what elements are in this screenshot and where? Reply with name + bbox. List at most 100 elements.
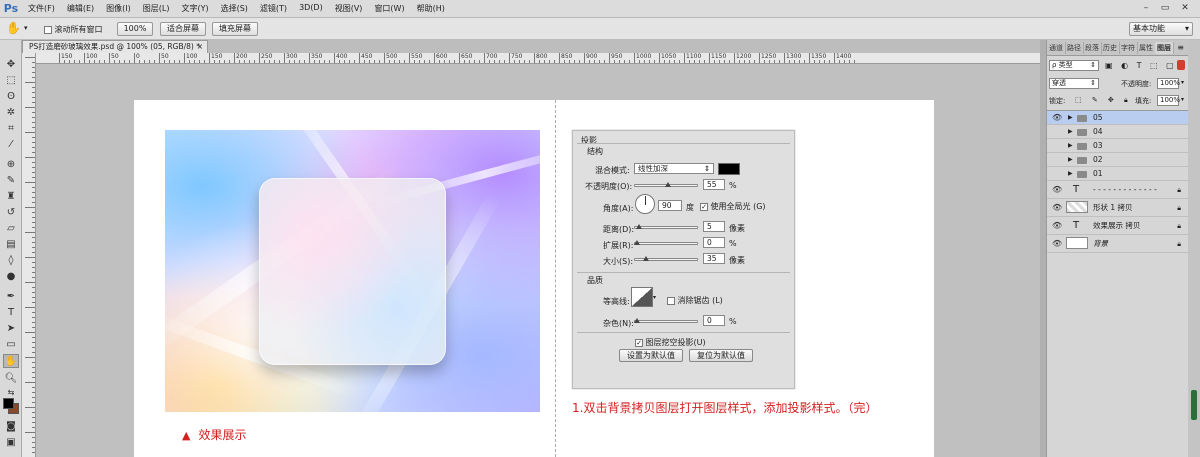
filter-icons[interactable]: ▣ ◐ T ⬚ ▢ (1105, 61, 1177, 70)
knockout-option[interactable]: ✓ 图层挖空投影(U) (635, 337, 706, 348)
menu-item[interactable]: 编辑(E) (61, 3, 100, 14)
lasso-tool-icon[interactable]: ʘ (3, 90, 19, 104)
scroll-all-windows-option[interactable]: 滚动所有窗口 (44, 24, 103, 35)
panel-tab[interactable]: 属性 (1137, 42, 1156, 54)
pen-tool-icon[interactable]: ✒ (3, 290, 19, 304)
slider-handle[interactable] (634, 318, 640, 323)
visibility-eye-icon[interactable]: 👁︎ (1052, 199, 1062, 217)
opacity-slider[interactable] (634, 182, 698, 187)
hand-tool-icon[interactable]: ✋ (6, 21, 21, 35)
close-tab-icon[interactable]: × (197, 41, 203, 53)
anti-alias-checkbox[interactable] (667, 296, 675, 305)
chevron-down-icon[interactable]: ▾ (653, 294, 656, 301)
crop-tool-icon[interactable]: ⌗ (3, 122, 19, 136)
opacity-input[interactable]: 55 (703, 179, 725, 190)
menu-item[interactable]: 文件(F) (22, 3, 61, 14)
expand-arrow-icon[interactable]: ▶ (1068, 167, 1073, 181)
fill-input[interactable]: 100% (1157, 95, 1180, 106)
restore-button[interactable]: ▭ (1158, 2, 1172, 15)
marquee-tool-icon[interactable]: ⬚ (3, 74, 19, 88)
noise-slider[interactable] (634, 318, 698, 323)
layer-row[interactable]: ▶ 04 (1047, 125, 1189, 139)
blend-mode-select[interactable]: 穿透 ⇕ (1049, 78, 1099, 89)
blur-tool-icon[interactable]: ◊ (3, 254, 19, 268)
menu-item[interactable]: 窗口(W) (368, 3, 410, 14)
menu-item[interactable]: 视图(V) (329, 3, 369, 14)
anti-alias-option[interactable]: 消除锯齿 (L) (667, 295, 723, 306)
shadow-color-swatch[interactable] (718, 163, 740, 175)
make-default-button[interactable]: 设置为默认值 (619, 349, 683, 362)
contour-picker[interactable] (631, 287, 653, 307)
panel-tab[interactable]: 历史 (1101, 42, 1120, 54)
visibility-eye-icon[interactable]: 👁︎ (1052, 217, 1062, 235)
panel-tab[interactable]: 字符 (1119, 42, 1138, 54)
layer-row[interactable]: 👁︎ ▶ 05 (1047, 111, 1189, 125)
chevron-down-icon[interactable]: ▾ (1181, 79, 1184, 86)
workspace-switcher[interactable]: 基本功能 ▾ (1129, 22, 1193, 36)
menu-item[interactable]: 图层(L) (137, 3, 176, 14)
screen-mode-icon[interactable]: ▣ (3, 436, 19, 450)
visibility-eye-icon[interactable]: 👁︎ (1052, 181, 1062, 199)
knockout-checkbox[interactable]: ✓ (635, 338, 643, 347)
expand-arrow-icon[interactable]: ▶ (1068, 111, 1073, 125)
menu-item[interactable]: 帮助(H) (411, 3, 451, 14)
distance-slider[interactable] (634, 224, 698, 229)
history-brush-tool-icon[interactable]: ↺ (3, 206, 19, 220)
distance-input[interactable]: 5 (703, 221, 725, 232)
eyedropper-tool-icon[interactable]: ⁄ (3, 138, 19, 152)
scroll-thumb[interactable] (1191, 390, 1197, 420)
layer-row[interactable]: 👁︎ T - - - - - - - - - - - - - 🔒︎ (1047, 181, 1189, 199)
shape-tool-icon[interactable]: ▭ (3, 338, 19, 352)
quick-mask-icon[interactable]: ◙ (3, 420, 19, 434)
expand-arrow-icon[interactable]: ▶ (1068, 125, 1073, 139)
layer-row[interactable]: 👁︎ 形状 1 拷贝 🔒︎ (1047, 199, 1189, 217)
fill-screen-button[interactable]: 填充屏幕 (212, 22, 258, 36)
filter-toggle-icon[interactable] (1177, 60, 1185, 70)
gradient-tool-icon[interactable]: ▤ (3, 238, 19, 252)
panel-tab[interactable]: 路径 (1065, 42, 1084, 54)
layer-row[interactable]: ▶ 02 (1047, 153, 1189, 167)
menu-item[interactable]: 文字(Y) (175, 3, 214, 14)
tool-preset-chevron-icon[interactable]: ▾ (24, 24, 28, 32)
size-slider[interactable] (634, 256, 698, 261)
document-tab[interactable]: PS打造磨砂玻璃效果.psd @ 100% (05, RGB/8) * × (22, 40, 208, 53)
reset-default-button[interactable]: 复位为默认值 (689, 349, 753, 362)
panel-tab[interactable]: 段落 (1083, 42, 1102, 54)
panel-tab[interactable]: 图层 (1155, 42, 1174, 54)
panel-tab[interactable]: 通道 (1047, 42, 1066, 54)
chevron-down-icon[interactable]: ▾ (1181, 96, 1184, 103)
spread-slider[interactable] (634, 240, 698, 245)
panel-scrollbar[interactable] (1188, 40, 1200, 457)
layer-row[interactable]: 👁︎ 背景 🔒︎ (1047, 235, 1189, 253)
blend-mode-select[interactable]: 线性加深 ⇕ (634, 163, 714, 174)
brush-tool-icon[interactable]: ✎ (3, 174, 19, 188)
layer-row[interactable]: 👁︎ T 效果展示 拷贝 🔒︎ (1047, 217, 1189, 235)
visibility-eye-icon[interactable]: 👁︎ (1052, 111, 1062, 125)
healing-brush-tool-icon[interactable]: ⊕ (3, 158, 19, 172)
menu-item[interactable]: 图像(I) (100, 3, 137, 14)
move-tool-icon[interactable]: ✥ (3, 58, 19, 72)
clone-stamp-tool-icon[interactable]: ♜ (3, 190, 19, 204)
foreground-color-swatch[interactable] (3, 398, 14, 409)
layer-row[interactable]: ▶ 01 (1047, 167, 1189, 181)
hand-tool-active-icon[interactable]: ✋ (3, 354, 19, 368)
lock-icons[interactable]: ⬚ ✎ ✥ 🔒︎ (1075, 96, 1132, 105)
expand-arrow-icon[interactable]: ▶ (1068, 139, 1073, 153)
close-button[interactable]: ✕ (1178, 2, 1192, 15)
layer-row[interactable]: ▶ 03 (1047, 139, 1189, 153)
global-light-option[interactable]: ✓ 使用全局光 (G) (700, 201, 766, 212)
size-input[interactable]: 35 (703, 253, 725, 264)
path-selection-tool-icon[interactable]: ➤ (3, 322, 19, 336)
panel-menu-icon[interactable]: ≡ (1177, 43, 1184, 52)
menu-item[interactable]: 选择(S) (215, 3, 254, 14)
slider-handle[interactable] (643, 256, 649, 261)
scroll-all-checkbox[interactable] (44, 25, 52, 34)
eraser-tool-icon[interactable]: ▱ (3, 222, 19, 236)
layer-filter-select[interactable]: ρ 类型 ⇕ (1049, 60, 1099, 71)
expand-arrow-icon[interactable]: ▶ (1068, 153, 1073, 167)
spread-input[interactable]: 0 (703, 237, 725, 248)
dodge-tool-icon[interactable]: ● (3, 270, 19, 284)
slider-handle[interactable] (634, 240, 640, 245)
visibility-eye-icon[interactable]: 👁︎ (1052, 235, 1062, 253)
slider-handle[interactable] (665, 182, 671, 187)
